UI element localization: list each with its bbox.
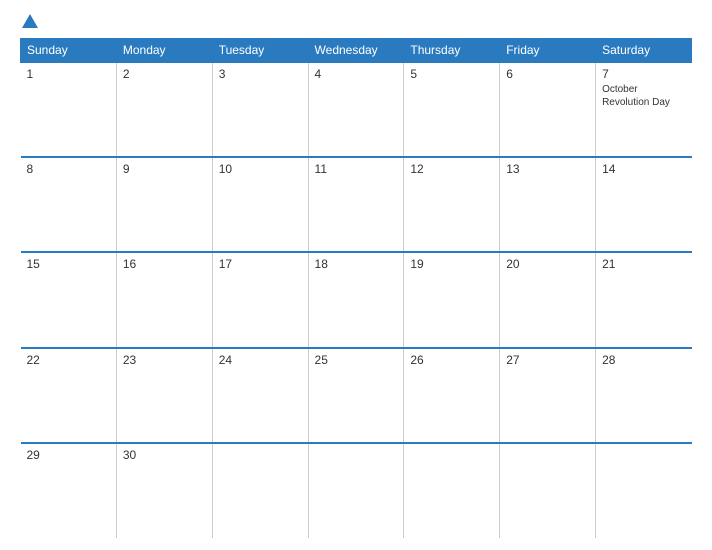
calendar-week-row: 15 16 17 18 19 20 21 <box>21 252 692 347</box>
calendar-week-row: 89 10 11 12 13 14 <box>21 157 692 252</box>
header <box>20 16 692 28</box>
calendar-week-row: 22 23 24 25 26 27 28 <box>21 348 692 443</box>
calendar-day-cell: 28 <box>596 348 692 443</box>
day-number: 30 <box>123 448 206 462</box>
day-number: 11 <box>315 162 398 176</box>
calendar-week-row: 1234567 October Revolution Day <box>21 62 692 157</box>
weekday-header-monday: Monday <box>116 39 212 63</box>
day-number: 14 <box>602 162 685 176</box>
day-number: 12 <box>410 162 493 176</box>
calendar-day-cell: 3 <box>212 62 308 157</box>
calendar-day-cell <box>308 443 404 538</box>
day-number: 9 <box>123 162 206 176</box>
calendar-page: SundayMondayTuesdayWednesdayThursdayFrid… <box>0 0 712 550</box>
day-number: 27 <box>506 353 589 367</box>
calendar-day-cell: 13 <box>500 157 596 252</box>
weekday-header-sunday: Sunday <box>21 39 117 63</box>
day-number: 23 <box>123 353 206 367</box>
day-number: 19 <box>410 257 493 271</box>
calendar-day-cell: 9 <box>116 157 212 252</box>
calendar-day-cell: 11 <box>308 157 404 252</box>
weekday-header-thursday: Thursday <box>404 39 500 63</box>
calendar-day-cell: 10 <box>212 157 308 252</box>
calendar-day-cell: 4 <box>308 62 404 157</box>
day-number: 29 <box>27 448 110 462</box>
day-number: 24 <box>219 353 302 367</box>
calendar-day-cell: 14 <box>596 157 692 252</box>
day-number: 21 <box>602 257 685 271</box>
calendar-day-cell: 15 <box>21 252 117 347</box>
weekday-header-wednesday: Wednesday <box>308 39 404 63</box>
calendar-day-cell: 5 <box>404 62 500 157</box>
calendar-day-cell: 12 <box>404 157 500 252</box>
day-number: 28 <box>602 353 685 367</box>
event-label: October Revolution Day <box>602 83 685 109</box>
calendar-table: SundayMondayTuesdayWednesdayThursdayFrid… <box>20 38 692 538</box>
day-number: 15 <box>27 257 110 271</box>
day-number: 20 <box>506 257 589 271</box>
logo-triangle-icon <box>22 14 38 28</box>
day-number: 13 <box>506 162 589 176</box>
day-number: 22 <box>27 353 110 367</box>
calendar-day-cell: 18 <box>308 252 404 347</box>
calendar-day-cell: 7 October Revolution Day <box>596 62 692 157</box>
calendar-day-cell: 26 <box>404 348 500 443</box>
calendar-day-cell <box>404 443 500 538</box>
weekday-header-friday: Friday <box>500 39 596 63</box>
day-number: 7 <box>602 67 685 81</box>
calendar-day-cell: 19 <box>404 252 500 347</box>
calendar-day-cell: 20 <box>500 252 596 347</box>
calendar-day-cell: 22 <box>21 348 117 443</box>
day-number: 25 <box>315 353 398 367</box>
day-number: 5 <box>410 67 493 81</box>
logo <box>20 16 38 28</box>
calendar-week-row: 29 30 <box>21 443 692 538</box>
day-number: 3 <box>219 67 302 81</box>
calendar-day-cell: 21 <box>596 252 692 347</box>
day-number: 10 <box>219 162 302 176</box>
calendar-day-cell: 16 <box>116 252 212 347</box>
weekday-header-tuesday: Tuesday <box>212 39 308 63</box>
calendar-day-cell: 6 <box>500 62 596 157</box>
day-number: 6 <box>506 67 589 81</box>
weekday-header-row: SundayMondayTuesdayWednesdayThursdayFrid… <box>21 39 692 63</box>
day-number: 2 <box>123 67 206 81</box>
day-number: 8 <box>27 162 110 176</box>
calendar-day-cell: 25 <box>308 348 404 443</box>
day-number: 18 <box>315 257 398 271</box>
calendar-day-cell: 29 <box>21 443 117 538</box>
day-number: 4 <box>315 67 398 81</box>
day-number: 1 <box>27 67 110 81</box>
calendar-day-cell: 1 <box>21 62 117 157</box>
weekday-header-saturday: Saturday <box>596 39 692 63</box>
calendar-day-cell: 2 <box>116 62 212 157</box>
calendar-day-cell <box>500 443 596 538</box>
calendar-day-cell: 8 <box>21 157 117 252</box>
day-number: 26 <box>410 353 493 367</box>
calendar-day-cell <box>596 443 692 538</box>
calendar-day-cell: 23 <box>116 348 212 443</box>
day-number: 17 <box>219 257 302 271</box>
calendar-day-cell: 30 <box>116 443 212 538</box>
day-number: 16 <box>123 257 206 271</box>
calendar-day-cell <box>212 443 308 538</box>
calendar-day-cell: 27 <box>500 348 596 443</box>
calendar-day-cell: 24 <box>212 348 308 443</box>
calendar-day-cell: 17 <box>212 252 308 347</box>
